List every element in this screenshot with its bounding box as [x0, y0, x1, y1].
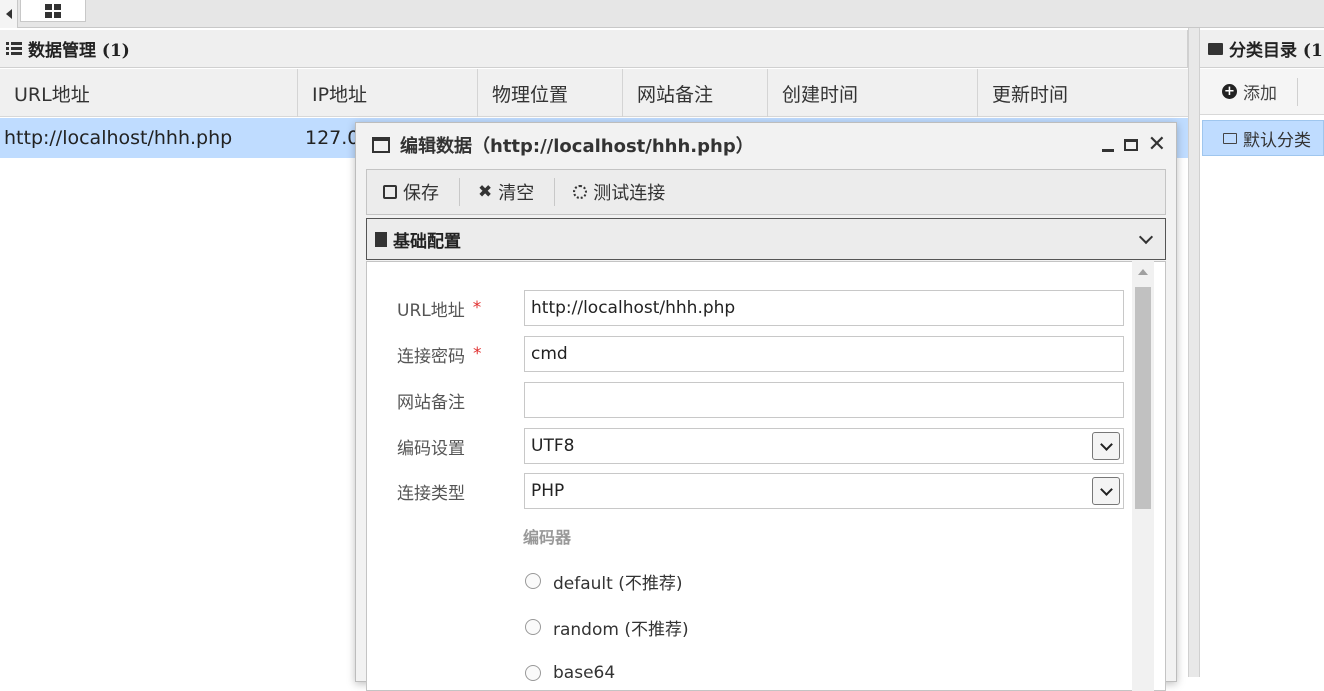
dialog-titlebar[interactable]: 编辑数据（http://localhost/hhh.php） [356, 123, 1176, 167]
test-connection-label: 测试连接 [593, 183, 666, 204]
encoder-option-label: default (不推荐) [553, 573, 683, 594]
toolbar-separator [459, 178, 460, 206]
password-label-wrap: 连接密码 * [397, 336, 482, 372]
window-icon [372, 137, 390, 153]
section-title: 基础配置 [393, 231, 461, 252]
list-icon [6, 42, 22, 55]
category-title: 分类目录 (1 [1229, 41, 1323, 61]
note-input[interactable] [524, 382, 1124, 418]
test-connection-button[interactable]: 测试连接 [573, 179, 685, 205]
row-ip: 127.0 [305, 127, 360, 149]
chevron-down-icon [1099, 437, 1113, 451]
encoder-option-label: random (不推荐) [553, 619, 689, 640]
add-category-label: 添加 [1243, 84, 1277, 104]
encoding-label: 编码设置 [397, 438, 465, 459]
tab-home[interactable] [20, 0, 86, 22]
dropdown-button[interactable] [1092, 432, 1120, 460]
folder-icon [1208, 42, 1223, 55]
password-input[interactable]: cmd [524, 336, 1124, 372]
tab-scroll-left-button[interactable] [0, 0, 18, 28]
encoding-select[interactable]: UTF8 [524, 428, 1124, 464]
column-header-location[interactable]: 物理位置 [478, 69, 623, 117]
data-grid-header: URL地址 IP地址 物理位置 网站备注 创建时间 更新时间 [0, 69, 1188, 117]
plus-circle-icon: + [1222, 84, 1237, 99]
category-item-default[interactable]: 默认分类 [1202, 120, 1324, 156]
section-title-wrap: 基础配置 [375, 227, 461, 252]
category-header: 分类目录 (1 [1200, 30, 1324, 68]
type-select[interactable]: PHP [524, 473, 1124, 509]
clear-button[interactable]: ✖ 清空 [478, 179, 554, 205]
dialog-controls: ✕ [1101, 123, 1166, 167]
radio-circle[interactable] [525, 619, 541, 635]
column-header-updated[interactable]: 更新时间 [978, 69, 1188, 117]
grid-icon [45, 3, 61, 18]
password-label: 连接密码 [397, 346, 465, 367]
required-mark: * [472, 298, 482, 318]
spinner-icon [573, 185, 588, 199]
dialog-toolbar: 保存 ✖ 清空 测试连接 [366, 169, 1166, 215]
close-button[interactable]: ✕ [1148, 134, 1166, 156]
save-label: 保存 [403, 183, 439, 204]
required-mark: * [473, 344, 482, 364]
clear-label: 清空 [498, 183, 535, 204]
encoding-value: UTF8 [531, 436, 575, 456]
column-header-note[interactable]: 网站备注 [623, 69, 768, 117]
column-header-ip[interactable]: IP地址 [298, 69, 478, 117]
folder-open-icon [1223, 132, 1237, 144]
url-label-wrap: URL地址 * [397, 290, 481, 326]
encoder-option-label: base64 [553, 663, 616, 683]
encoder-option-base64[interactable]: base64 [525, 658, 615, 688]
caret-left-icon [5, 9, 12, 19]
encoder-label: 编码器 [523, 528, 572, 547]
type-label: 连接类型 [397, 483, 465, 504]
add-category-button[interactable]: + 添加 [1222, 79, 1277, 104]
row-url: http://localhost/hhh.php [4, 127, 233, 149]
note-label: 网站备注 [397, 392, 465, 413]
x-icon: ✖ [478, 182, 493, 202]
chevron-down-icon [1138, 229, 1154, 245]
document-icon [375, 231, 387, 247]
chevron-down-icon [1099, 482, 1113, 496]
radio-circle[interactable] [525, 573, 541, 589]
category-toolbar: + 添加 [1200, 69, 1324, 115]
floppy-icon [383, 185, 397, 199]
data-manager-title: 数据管理 (1) [28, 41, 130, 61]
section-header-basic-config[interactable]: 基础配置 [366, 218, 1166, 260]
scrollbar-thumb[interactable] [1135, 287, 1151, 509]
encoder-option-random[interactable]: random (不推荐) [525, 612, 689, 642]
dialog-title: 编辑数据（http://localhost/hhh.php） [400, 136, 754, 157]
minimize-button[interactable] [1101, 138, 1114, 152]
tab-strip [0, 0, 1324, 28]
scroll-up-icon [1138, 269, 1148, 275]
data-manager-header: 数据管理 (1) [0, 30, 1188, 68]
url-label: URL地址 [397, 300, 465, 321]
edit-data-dialog: 编辑数据（http://localhost/hhh.php） ✕ 保存 ✖ 清空… [355, 122, 1177, 691]
type-value: PHP [531, 481, 565, 501]
url-input[interactable]: http://localhost/hhh.php [524, 290, 1124, 326]
save-button[interactable]: 保存 [383, 179, 459, 205]
maximize-button[interactable] [1123, 139, 1138, 151]
form-area: URL地址 * http://localhost/hhh.php 连接密码 * cm… [366, 261, 1166, 691]
category-item-label: 默认分类 [1243, 130, 1311, 151]
radio-circle[interactable] [525, 665, 541, 681]
toolbar-separator [554, 178, 556, 206]
encoder-option-default[interactable]: default (不推荐) [525, 566, 682, 596]
panel-splitter[interactable] [1188, 28, 1200, 677]
toolbar-separator [1297, 77, 1298, 106]
dropdown-button[interactable] [1092, 477, 1120, 505]
column-header-url[interactable]: URL地址 [0, 69, 298, 117]
column-header-created[interactable]: 创建时间 [768, 69, 978, 117]
